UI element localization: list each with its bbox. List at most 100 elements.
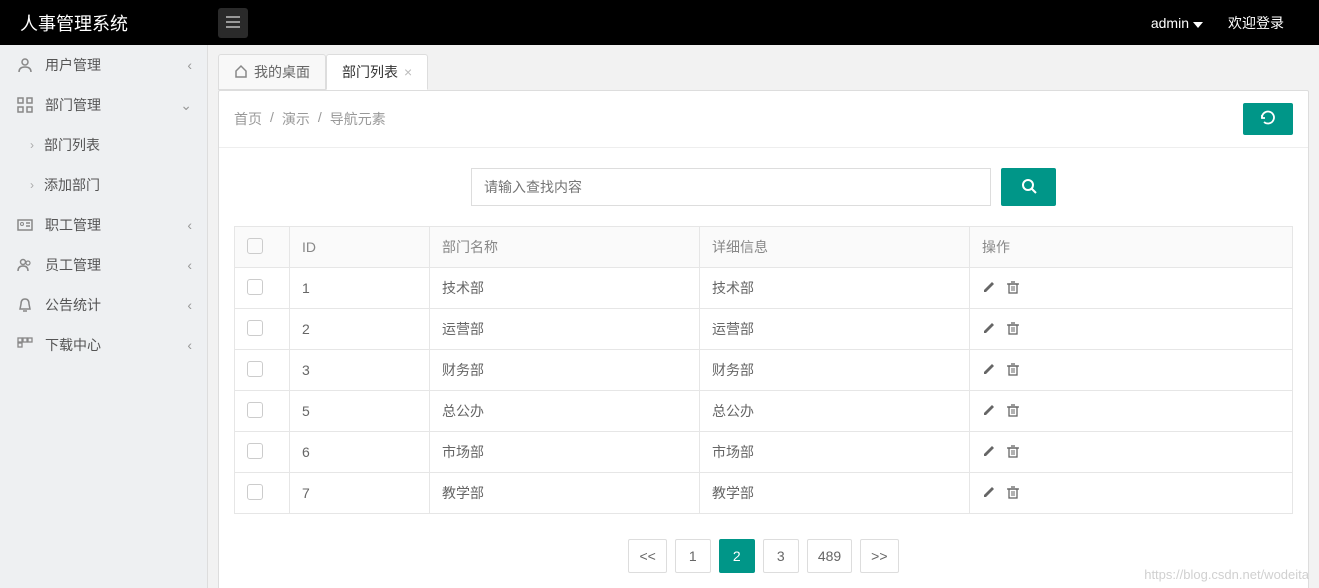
caret-down-icon	[1193, 15, 1203, 31]
delete-icon[interactable]	[1006, 362, 1020, 379]
col-header-name: 部门名称	[430, 227, 700, 268]
row-checkbox[interactable]	[247, 361, 263, 377]
sidebar-label: 公告统计	[45, 295, 101, 315]
cell-id: 3	[290, 350, 430, 391]
sidebar-item-dept-mgmt[interactable]: 部门管理 ⌄	[0, 85, 207, 125]
panel: 首页/ 演示/ 导航元素 ID 部门名称 详细信息 操作	[218, 90, 1309, 588]
cell-info: 市场部	[700, 432, 970, 473]
hamburger-icon	[226, 15, 240, 31]
search-button[interactable]	[1001, 168, 1056, 206]
page-number-button[interactable]: 489	[807, 539, 852, 573]
cell-name: 技术部	[430, 268, 700, 309]
chevron-left-icon: ‹	[187, 217, 192, 233]
edit-icon[interactable]	[982, 444, 996, 461]
cell-info: 总公办	[700, 391, 970, 432]
cell-name: 教学部	[430, 473, 700, 514]
edit-icon[interactable]	[982, 362, 996, 379]
tab-desktop[interactable]: 我的桌面	[218, 54, 326, 90]
sidebar-item-staff-mgmt[interactable]: 职工管理 ‹	[0, 205, 207, 245]
app-title: 人事管理系统	[0, 10, 208, 36]
chevron-left-icon: ‹	[187, 337, 192, 353]
row-checkbox[interactable]	[247, 443, 263, 459]
chevron-right-icon: ›	[30, 138, 34, 152]
sidebar-label: 用户管理	[45, 55, 101, 75]
delete-icon[interactable]	[1006, 403, 1020, 420]
sidebar-item-user-mgmt[interactable]: 用户管理 ‹	[0, 45, 207, 85]
sidebar-label: 下载中心	[45, 335, 101, 355]
sidebar-label: 添加部门	[44, 175, 100, 195]
tab-label: 部门列表	[342, 62, 398, 82]
edit-icon[interactable]	[982, 485, 996, 502]
edit-icon[interactable]	[982, 280, 996, 297]
cell-info: 运营部	[700, 309, 970, 350]
cell-id: 6	[290, 432, 430, 473]
apps-icon	[15, 335, 35, 355]
page-number-button[interactable]: 1	[675, 539, 711, 573]
cell-id: 7	[290, 473, 430, 514]
delete-icon[interactable]	[1006, 321, 1020, 338]
breadcrumb-item[interactable]: 首页	[234, 109, 262, 129]
table-row: 3财务部财务部	[235, 350, 1293, 391]
dept-table: ID 部门名称 详细信息 操作 1技术部技术部2运营部运营部3财务部财务部5总公…	[234, 226, 1293, 514]
header: 人事管理系统 admin 欢迎登录	[0, 0, 1319, 45]
breadcrumb: 首页/ 演示/ 导航元素	[234, 109, 386, 129]
breadcrumb-item[interactable]: 演示	[282, 109, 310, 129]
cell-id: 1	[290, 268, 430, 309]
page-number-button[interactable]: 3	[763, 539, 799, 573]
cell-id: 2	[290, 309, 430, 350]
row-checkbox[interactable]	[247, 402, 263, 418]
page-prev-button[interactable]: <<	[628, 539, 666, 573]
welcome-text: 欢迎登录	[1228, 13, 1284, 33]
delete-icon[interactable]	[1006, 280, 1020, 297]
chevron-left-icon: ‹	[187, 57, 192, 73]
cell-name: 财务部	[430, 350, 700, 391]
sidebar-label: 职工管理	[45, 215, 101, 235]
row-checkbox[interactable]	[247, 320, 263, 336]
col-header-op: 操作	[970, 227, 1293, 268]
delete-icon[interactable]	[1006, 444, 1020, 461]
cell-name: 运营部	[430, 309, 700, 350]
sidebar: 用户管理 ‹ 部门管理 ⌄ › 部门列表 › 添加部门 职工管理 ‹ 员工管理 …	[0, 45, 208, 588]
users-icon	[15, 255, 35, 275]
content: 我的桌面 部门列表 × 首页/ 演示/ 导航元素	[208, 45, 1319, 588]
cell-id: 5	[290, 391, 430, 432]
search-input[interactable]	[471, 168, 991, 206]
row-checkbox[interactable]	[247, 279, 263, 295]
chevron-left-icon: ‹	[187, 297, 192, 313]
sidebar-item-download-center[interactable]: 下载中心 ‹	[0, 325, 207, 365]
pagination: << 123489 >>	[219, 539, 1308, 573]
refresh-button[interactable]	[1243, 103, 1293, 135]
menu-toggle-button[interactable]	[218, 8, 248, 38]
breadcrumb-item: 导航元素	[330, 109, 386, 129]
user-name: admin	[1151, 15, 1189, 31]
user-dropdown[interactable]: admin	[1151, 15, 1203, 31]
sidebar-item-employee-mgmt[interactable]: 员工管理 ‹	[0, 245, 207, 285]
sidebar-label: 部门管理	[45, 95, 101, 115]
tab-dept-list[interactable]: 部门列表 ×	[326, 54, 428, 90]
cell-name: 市场部	[430, 432, 700, 473]
tab-label: 我的桌面	[254, 62, 310, 82]
search-icon	[1021, 178, 1037, 197]
edit-icon[interactable]	[982, 321, 996, 338]
user-icon	[15, 55, 35, 75]
row-checkbox[interactable]	[247, 484, 263, 500]
sidebar-item-announce-stats[interactable]: 公告统计 ‹	[0, 285, 207, 325]
delete-icon[interactable]	[1006, 485, 1020, 502]
page-number-button[interactable]: 2	[719, 539, 755, 573]
cell-name: 总公办	[430, 391, 700, 432]
sidebar-label: 员工管理	[45, 255, 101, 275]
edit-icon[interactable]	[982, 403, 996, 420]
table-row: 1技术部技术部	[235, 268, 1293, 309]
grid-icon	[15, 95, 35, 115]
col-header-id: ID	[290, 227, 430, 268]
table-row: 2运营部运营部	[235, 309, 1293, 350]
table-row: 6市场部市场部	[235, 432, 1293, 473]
sidebar-subitem-add-dept[interactable]: › 添加部门	[0, 165, 207, 205]
id-card-icon	[15, 215, 35, 235]
select-all-checkbox[interactable]	[247, 238, 263, 254]
sidebar-subitem-dept-list[interactable]: › 部门列表	[0, 125, 207, 165]
tabs: 我的桌面 部门列表 ×	[218, 50, 1319, 90]
table-row: 5总公办总公办	[235, 391, 1293, 432]
page-next-button[interactable]: >>	[860, 539, 898, 573]
close-icon[interactable]: ×	[404, 64, 412, 80]
